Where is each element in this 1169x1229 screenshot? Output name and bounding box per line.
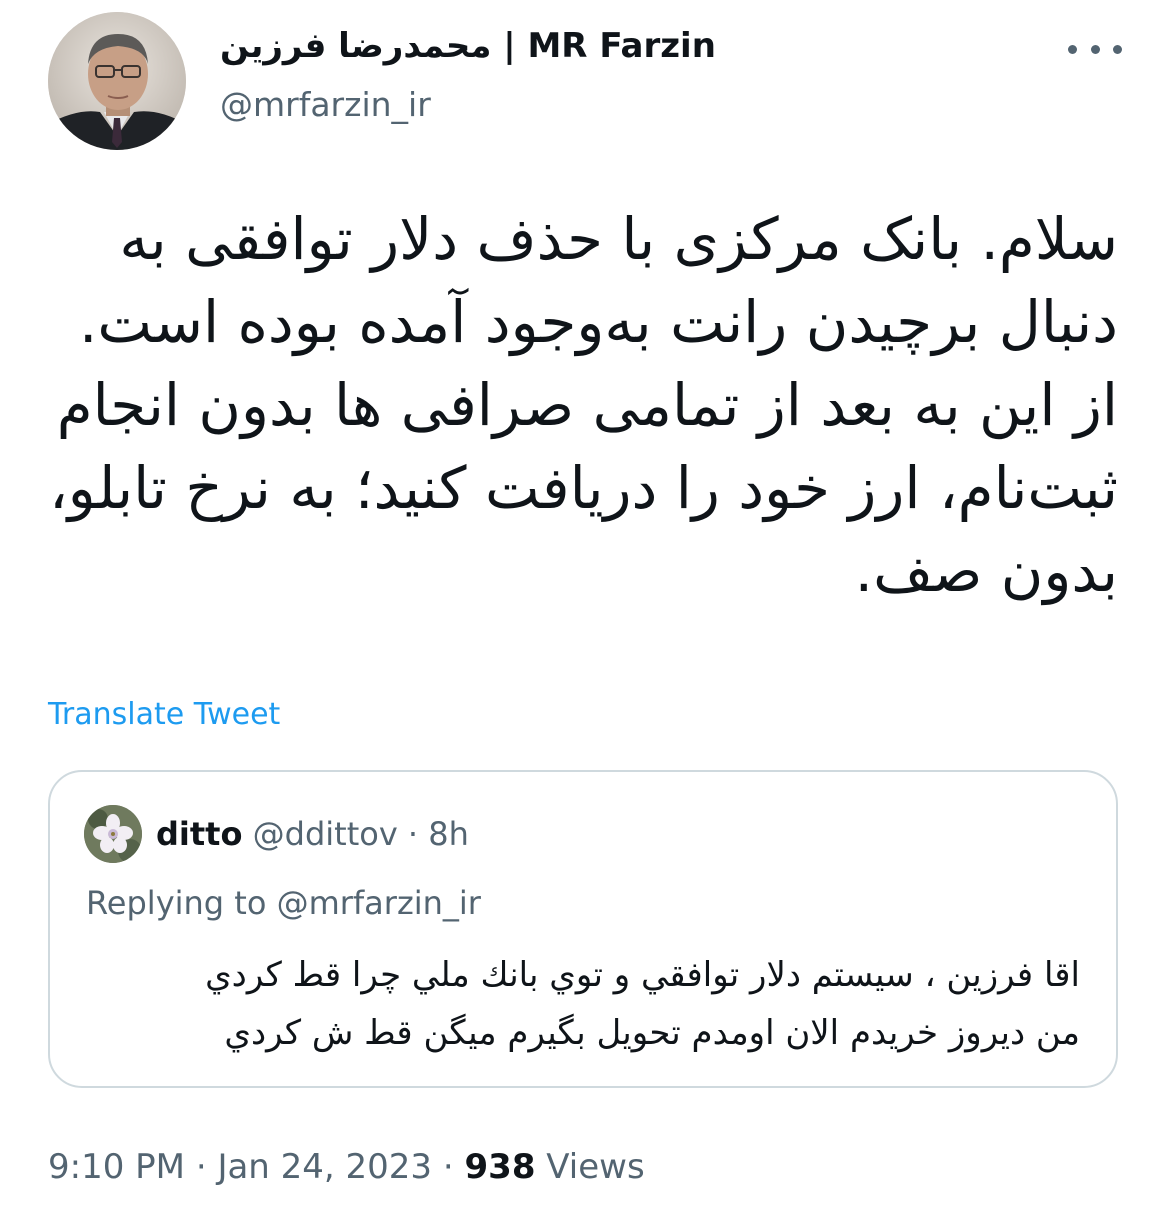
quoted-tweet-line: اقا فرزين ، سيستم دلار توافقي و توي بانك… [205, 955, 1080, 995]
tweet-time[interactable]: 9:10 PM [48, 1147, 185, 1187]
tweet-text: سلام. بانک مرکزی با حذف دلار توافقی به د… [40, 198, 1118, 613]
profile-photo-icon [48, 12, 186, 150]
translate-tweet-link[interactable]: Translate Tweet [48, 694, 280, 736]
author-handle[interactable]: @mrfarzin_ir [220, 82, 431, 128]
quoted-author-handle[interactable]: @ddittov [253, 815, 398, 853]
tweet-date[interactable]: Jan 24, 2023 [217, 1147, 432, 1187]
more-horizontal-icon [1068, 44, 1077, 54]
tweet-meta: 9:10 PM · Jan 24, 2023 · 938 Views [48, 1144, 645, 1190]
quoted-tweet-header: ditto @ddittov · 8h [156, 812, 469, 856]
quoted-tweet-text: اقا فرزين ، سيستم دلار توافقي و توي بانك… [100, 946, 1080, 1062]
flower-photo-icon [84, 805, 142, 863]
replying-to-label[interactable]: Replying to @mrfarzin_ir [86, 880, 481, 926]
separator-dot: · [442, 1147, 454, 1187]
author-avatar[interactable] [48, 12, 186, 150]
separator-dot: · [195, 1147, 207, 1187]
author-display-name[interactable]: محمدرضا فرزین | MR Farzin [220, 22, 716, 70]
views-label: Views [546, 1147, 645, 1187]
more-horizontal-icon [1113, 44, 1122, 54]
quoted-tweet-time[interactable]: 8h [428, 815, 469, 853]
quoted-author-avatar[interactable] [84, 805, 142, 863]
tweet-paragraph: سلام. بانک مرکزی با حذف دلار توافقی به د… [79, 205, 1118, 356]
quoted-tweet-card[interactable]: ditto @ddittov · 8h Replying to @mrfarzi… [48, 770, 1118, 1088]
more-options-button[interactable] [1068, 36, 1122, 62]
views-count[interactable]: 938 [465, 1147, 536, 1187]
tweet-paragraph: از این به بعد از تمامی صرافی ها بدون انج… [49, 371, 1118, 605]
separator-dot: · [407, 815, 419, 853]
quoted-tweet-line: من ديروز خريدم الان اومدم تحويل بگيرم مي… [224, 1013, 1080, 1053]
more-horizontal-icon [1090, 44, 1100, 54]
quoted-author-name[interactable]: ditto [156, 815, 242, 853]
